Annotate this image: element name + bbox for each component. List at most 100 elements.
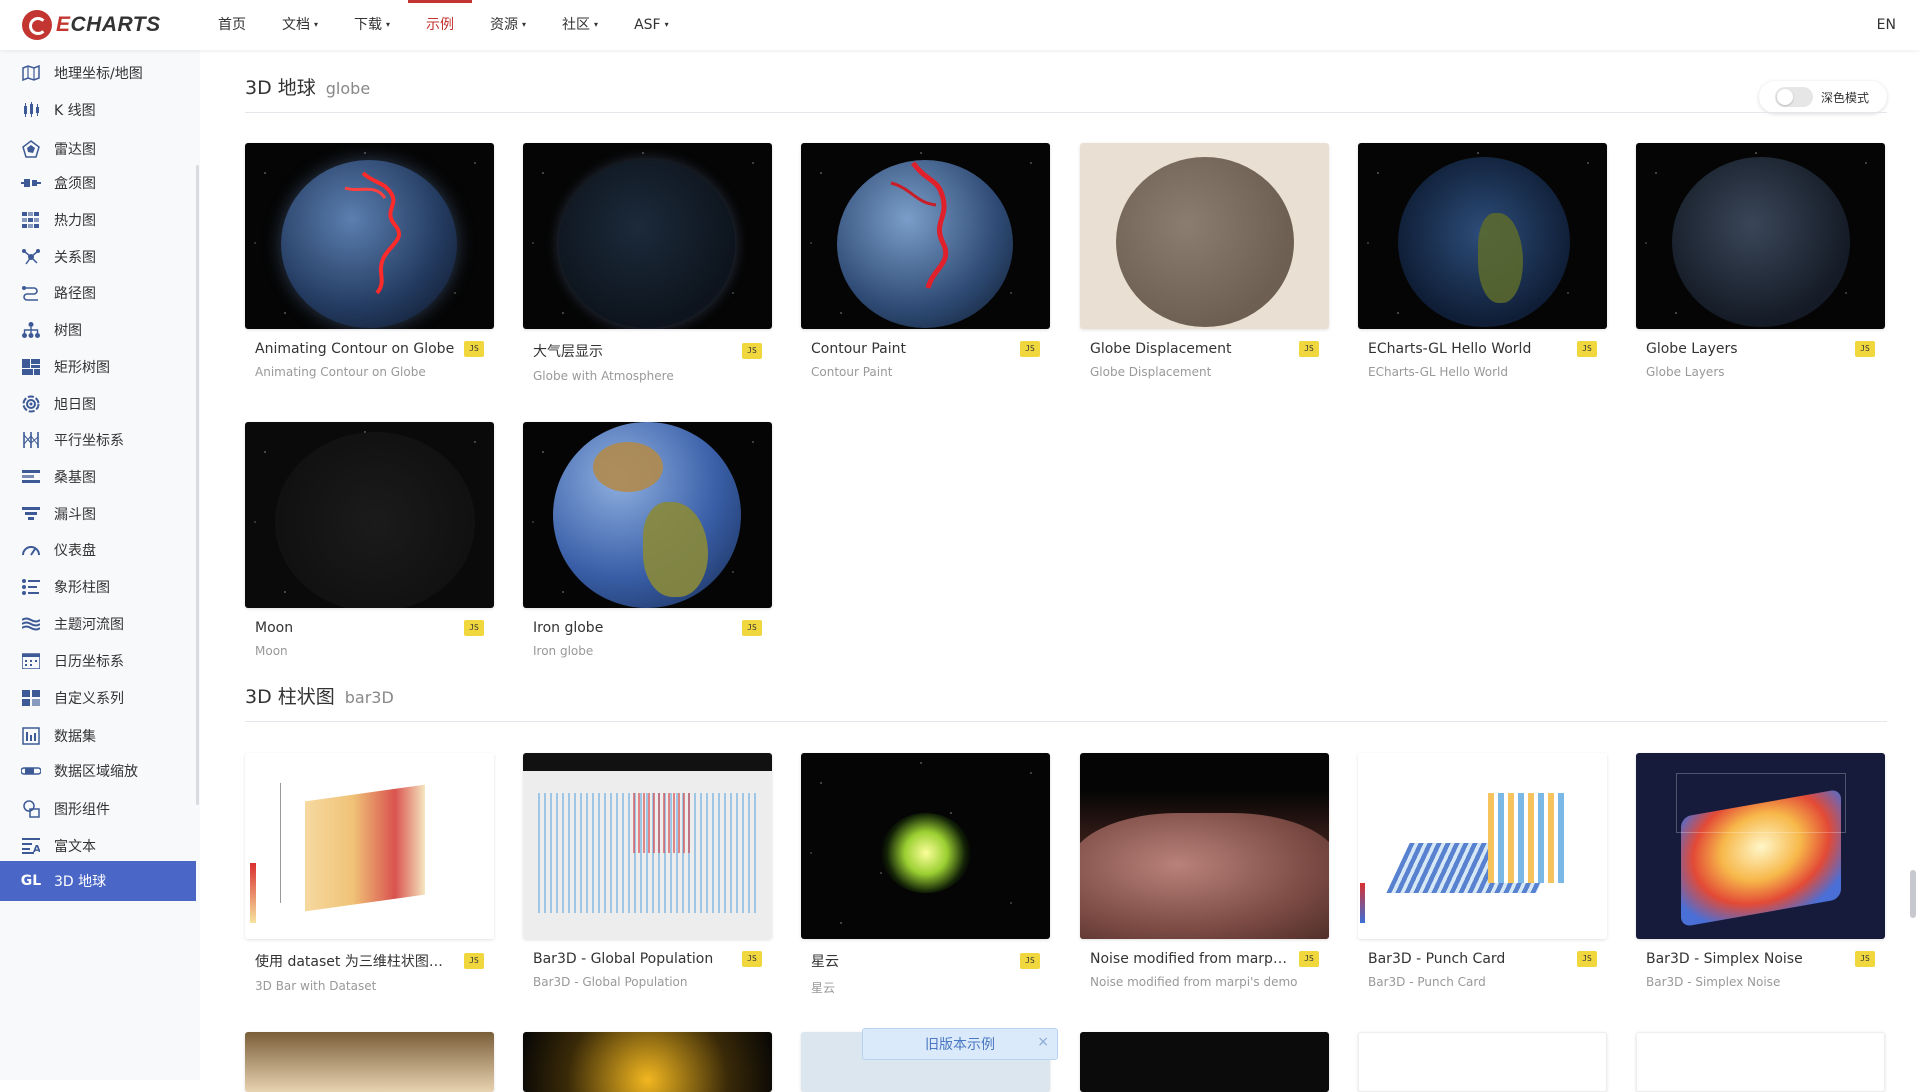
example-thumbnail[interactable] <box>245 1032 494 1092</box>
nav-menu-item[interactable]: 首页 <box>200 0 264 50</box>
sidebar-item[interactable]: 数据集 <box>0 716 196 756</box>
example-card[interactable]: ECharts-GL Hello World JS ECharts-GL Hello… <box>1358 143 1607 383</box>
example-title[interactable]: Noise modified from marpi's ... <box>1090 951 1290 967</box>
example-card[interactable]: Contour Paint JS Contour Paint <box>801 143 1050 383</box>
sidebar-item[interactable]: 矩形树图 <box>0 347 196 387</box>
example-title[interactable]: Globe Layers <box>1646 341 1738 357</box>
example-thumbnail[interactable] <box>1636 1032 1885 1092</box>
example-thumbnail[interactable] <box>245 422 494 608</box>
sidebar-item[interactable]: 漏斗图 <box>0 494 196 534</box>
page-scrollbar[interactable] <box>1910 870 1916 918</box>
example-title[interactable]: 星云 <box>811 951 839 971</box>
nav-menu-item[interactable]: ASF ▾ <box>616 0 687 50</box>
example-card[interactable]: 使用 dataset 为三维柱状图设... JS 3D Bar with Datas… <box>245 753 494 993</box>
example-title[interactable]: Bar3D - Simplex Noise <box>1646 951 1803 967</box>
example-title[interactable]: ECharts-GL Hello World <box>1368 341 1531 357</box>
example-thumbnail[interactable] <box>523 1032 772 1092</box>
section-subtitle: globe <box>325 79 371 98</box>
language-switch[interactable]: EN <box>1877 0 1896 50</box>
caret-down-icon: ▾ <box>386 20 391 29</box>
svg-text:A: A <box>33 844 40 854</box>
example-thumbnail[interactable] <box>1358 1032 1607 1092</box>
sidebar-item[interactable]: 树图 <box>0 310 196 350</box>
example-title[interactable]: 大气层显示 <box>533 341 603 361</box>
sidebar-item[interactable]: GL 3D 地球 <box>0 861 196 901</box>
old-version-banner[interactable]: 旧版本示例 × <box>862 1028 1058 1060</box>
example-card[interactable]: 星云 JS 星云 <box>801 753 1050 995</box>
funnel-icon <box>20 503 42 525</box>
example-thumbnail[interactable] <box>801 143 1050 329</box>
nav-menu-item[interactable]: 社区 ▾ <box>544 0 616 50</box>
example-title[interactable]: 使用 dataset 为三维柱状图设... <box>255 951 455 971</box>
themeriver-icon <box>20 613 42 635</box>
section-subtitle: bar3D <box>344 688 394 707</box>
example-card[interactable]: Noise modified from marpi's ... JS Noise m… <box>1080 753 1329 993</box>
example-title[interactable]: Animating Contour on Globe <box>255 341 454 357</box>
sidebar-item[interactable]: 盒须图 <box>0 163 196 203</box>
example-card[interactable]: Bar3D - Simplex Noise JS Bar3D - Simplex N… <box>1636 753 1885 993</box>
nav-menu-label: 社区 <box>562 17 591 33</box>
example-card[interactable]: Globe Layers JS Globe Layers <box>1636 143 1885 383</box>
example-card[interactable]: Globe Displacement JS Globe Displacement <box>1080 143 1329 383</box>
example-title[interactable]: Bar3D - Punch Card <box>1368 951 1505 967</box>
pictorialbar-icon <box>20 576 42 598</box>
sidebar-item[interactable]: 关系图 <box>0 237 196 277</box>
example-thumbnail[interactable] <box>1358 143 1607 329</box>
example-title[interactable]: Bar3D - Global Population <box>533 951 713 967</box>
sidebar-item[interactable]: A 富文本 <box>0 826 196 866</box>
js-badge: JS <box>1577 951 1597 967</box>
example-card[interactable]: 大气层显示 JS Globe with Atmosphere <box>523 143 772 383</box>
example-card[interactable]: Moon JS Moon <box>245 422 494 662</box>
example-thumbnail[interactable] <box>1080 1032 1329 1092</box>
example-card[interactable]: Iron globe JS Iron globe <box>523 422 772 662</box>
heatmap-icon <box>20 209 42 231</box>
example-thumbnail[interactable] <box>1358 753 1607 939</box>
sidebar-item-label: 自定义系列 <box>54 691 124 707</box>
sidebar-item[interactable]: 日历坐标系 <box>0 641 196 681</box>
example-card[interactable]: Bar3D - Global Population JS Bar3D - Globa… <box>523 753 772 993</box>
nav-menu-item[interactable]: 资源 ▾ <box>472 0 544 50</box>
example-thumbnail[interactable] <box>1080 753 1329 939</box>
example-title[interactable]: Contour Paint <box>811 341 906 357</box>
sidebar-item[interactable]: 桑基图 <box>0 457 196 497</box>
example-title[interactable]: Iron globe <box>533 620 603 636</box>
example-thumbnail[interactable] <box>801 753 1050 939</box>
sidebar-item[interactable]: 旭日图 <box>0 384 196 424</box>
sidebar-item[interactable]: 数据区域缩放 <box>0 751 196 791</box>
sidebar-item[interactable]: 自定义系列 <box>0 678 196 718</box>
candlestick-icon <box>20 99 42 121</box>
close-icon[interactable]: × <box>1037 1034 1049 1050</box>
sidebar-scrollbar[interactable] <box>196 165 199 805</box>
sidebar-item[interactable]: 地理坐标/地图 <box>0 53 196 93</box>
nav-menu-item[interactable]: 文档 ▾ <box>264 0 336 50</box>
sidebar-item[interactable]: K 线图 <box>0 90 196 130</box>
example-title[interactable]: Globe Displacement <box>1090 341 1232 357</box>
example-card[interactable]: Animating Contour on Globe JS Animating Co… <box>245 143 494 383</box>
sidebar-item[interactable]: 主题河流图 <box>0 604 196 644</box>
example-title[interactable]: Moon <box>255 620 293 636</box>
sidebar-item[interactable]: 路径图 <box>0 273 196 313</box>
example-card[interactable]: Bar3D - Punch Card JS Bar3D - Punch Card <box>1358 753 1607 993</box>
js-badge: JS <box>1299 951 1319 967</box>
sidebar-item[interactable]: 仪表盘 <box>0 530 196 570</box>
sidebar-item-label: 漏斗图 <box>54 507 96 523</box>
example-thumbnail[interactable] <box>1636 143 1885 329</box>
nav-menu-item[interactable]: 示例 <box>408 0 473 50</box>
dataset-icon <box>20 725 42 747</box>
example-thumbnail[interactable] <box>1636 753 1885 939</box>
sankey-icon <box>20 466 42 488</box>
example-thumbnail[interactable] <box>245 753 494 939</box>
example-thumbnail[interactable] <box>523 422 772 608</box>
example-thumbnail[interactable] <box>245 143 494 329</box>
nav-menu-item[interactable]: 下载 ▾ <box>336 0 408 50</box>
sidebar-item[interactable]: 象形柱图 <box>0 567 196 607</box>
example-thumbnail[interactable] <box>523 753 772 939</box>
example-thumbnail[interactable] <box>1080 143 1329 329</box>
echarts-logo[interactable]: ECHARTS <box>22 10 182 40</box>
sidebar-item[interactable]: 热力图 <box>0 200 196 240</box>
js-badge: JS <box>1855 341 1875 357</box>
sidebar-item-label: 关系图 <box>54 250 96 266</box>
sidebar-item[interactable]: 图形组件 <box>0 789 196 829</box>
example-thumbnail[interactable] <box>523 143 772 329</box>
sidebar-item[interactable]: 平行坐标系 <box>0 420 196 460</box>
